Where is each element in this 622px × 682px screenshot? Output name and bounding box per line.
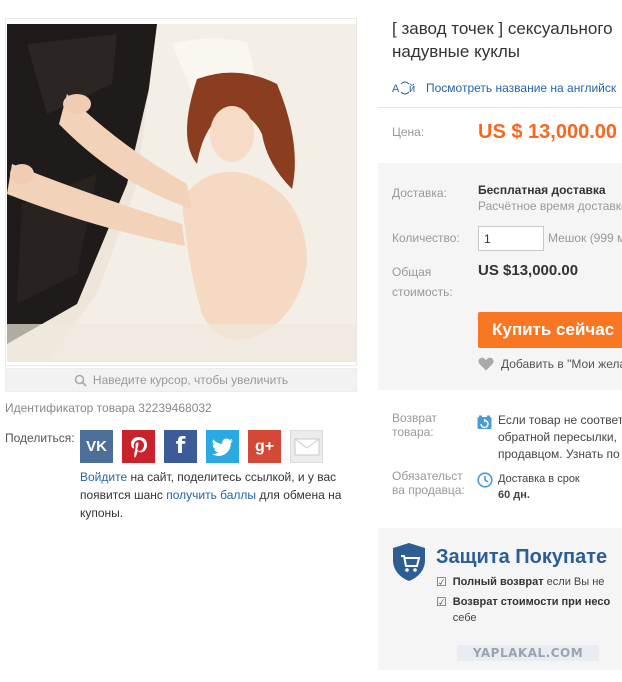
product-photo-illustration <box>7 24 356 362</box>
vk-text: VK <box>86 438 107 455</box>
login-link[interactable]: Войдите <box>80 470 127 484</box>
return-policy-text: Если товар не соответ обратной пересылки… <box>498 412 622 463</box>
share-note: Войдите на сайт, поделитесь ссылкой, и у… <box>80 468 352 522</box>
product-title-line-2: надувные куклы <box>392 42 520 61</box>
protection-item-partial-refund: ☑ Возврат стоимости при несо себе <box>436 594 610 626</box>
translate-row: A й Посмотреть название на английск <box>392 80 616 96</box>
heart-icon <box>478 357 494 371</box>
price-value: US $ 13,000.00 <box>478 121 617 143</box>
protection-item-2-rest: себе <box>452 612 477 624</box>
add-to-wishlist[interactable]: Добавить в "Мои жела <box>478 357 622 371</box>
checkbox-icon: ☑ <box>436 575 447 589</box>
clock-icon <box>477 472 493 488</box>
buy-now-button[interactable]: Купить сейчас <box>478 312 622 348</box>
facebook-icon[interactable]: f <box>164 430 197 463</box>
checkbox-icon: ☑ <box>436 595 447 609</box>
google-plus-text: g+ <box>254 437 275 455</box>
envelope-glyph <box>294 438 319 455</box>
wishlist-label: Добавить в "Мои жела <box>501 357 622 371</box>
return-policy-label: Возврат товара: <box>392 411 437 439</box>
quantity-input[interactable] <box>478 226 544 251</box>
google-plus-icon[interactable]: g+ <box>248 430 281 463</box>
seller-guarantee-label: Обязательст ва продавца: <box>392 469 465 497</box>
order-panel: Доставка: Бесплатная доставка Расчётное … <box>378 163 622 390</box>
divider <box>378 107 622 108</box>
svg-text:й: й <box>409 83 415 95</box>
product-title-line-1: [ завод точек ] сексуального <box>392 19 613 38</box>
vk-icon[interactable]: VK <box>80 430 113 463</box>
return-line-3: продавцом. Узнать по <box>498 447 620 461</box>
total-label: Общая стоимость: <box>392 265 453 299</box>
svg-text:A: A <box>392 83 400 95</box>
guarantee-line-1: Доставка в срок <box>498 473 580 485</box>
get-points-link[interactable]: получить баллы <box>166 488 256 502</box>
watermark: YAPLAKAL.COM <box>457 645 599 661</box>
pinterest-icon[interactable] <box>122 430 155 463</box>
return-icon <box>477 415 492 429</box>
product-image-frame <box>5 18 357 366</box>
protection-item-2-bold: Возврат стоимости при несо <box>452 596 611 608</box>
view-english-title-link[interactable]: Посмотреть название на английск <box>426 81 616 95</box>
seller-guarantee-text: Доставка в срок 60 дн. <box>498 471 580 503</box>
pinterest-glyph <box>130 436 147 458</box>
guarantee-line-2: 60 дн. <box>498 489 530 501</box>
facebook-text: f <box>175 434 186 459</box>
twitter-icon[interactable] <box>206 430 239 463</box>
price-label: Цена: <box>392 125 425 139</box>
translate-icon: A й <box>392 81 415 95</box>
share-buttons: VK f g+ <box>80 430 323 463</box>
product-title: [ завод точек ] сексуального надувные ку… <box>392 17 622 63</box>
quantity-unit: Мешок (999 м <box>548 231 622 245</box>
twitter-bird-glyph <box>211 438 233 456</box>
zoom-hint-text: Наведите курсор, чтобы увеличить <box>92 373 289 387</box>
return-line-1: Если товар не соответ <box>498 413 622 427</box>
shipping-label: Доставка: <box>392 186 447 200</box>
return-line-2: обратной пересылки, <box>498 430 617 444</box>
quantity-label: Количество: <box>392 231 460 245</box>
shipping-eta: Расчётное время доставки <box>478 199 622 213</box>
product-main-image[interactable] <box>7 24 356 362</box>
shield-icon <box>393 543 425 581</box>
magnifier-icon <box>74 374 87 387</box>
total-value: US $13,000.00 <box>478 262 579 279</box>
product-id: Идентификатор товара 32239468032 <box>5 401 212 415</box>
share-label: Поделиться: <box>5 431 75 445</box>
email-icon[interactable] <box>290 430 323 463</box>
protection-item-1-rest: если Вы не <box>543 576 605 588</box>
shipping-free[interactable]: Бесплатная доставка <box>478 183 606 197</box>
protection-item-1-bold: Полный возврат <box>452 576 544 588</box>
buyer-protection-title: Защита Покупате <box>436 546 608 568</box>
zoom-hint-bar: Наведите курсор, чтобы увеличить <box>5 368 357 392</box>
protection-item-full-refund: ☑ Полный возврат если Вы не <box>436 574 604 590</box>
